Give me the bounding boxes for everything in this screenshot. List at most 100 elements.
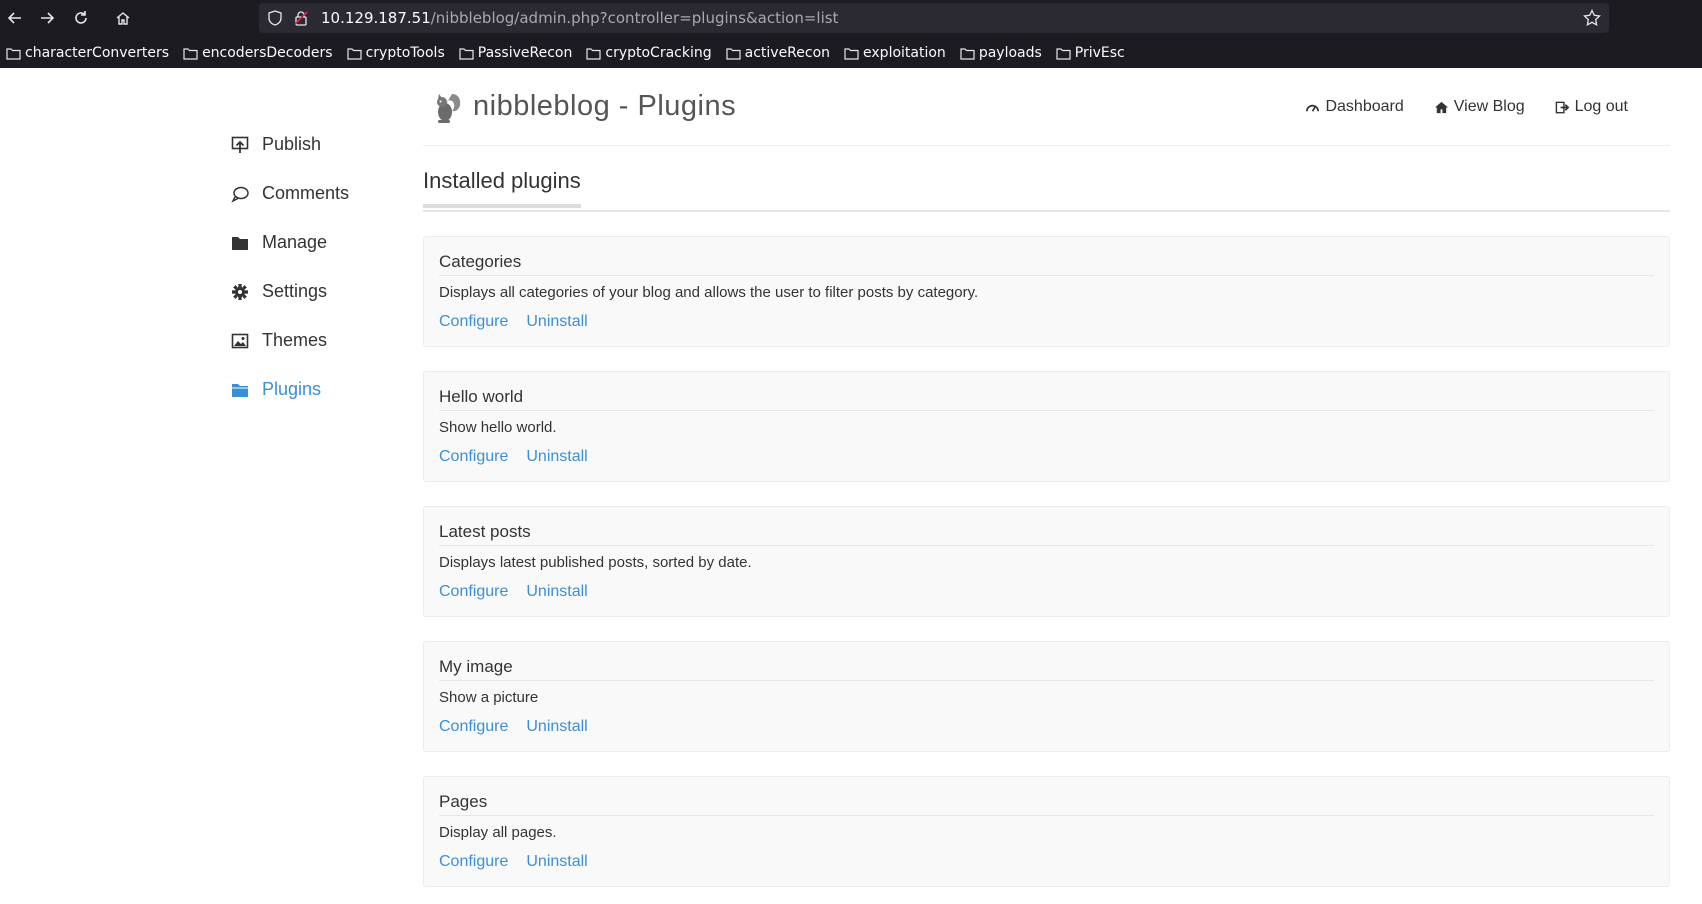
bookmark-label: PassiveRecon <box>477 45 573 61</box>
dashboard-link[interactable]: Dashboard <box>1305 98 1404 116</box>
sidebar-item-settings[interactable]: Settings <box>230 267 420 316</box>
comment-icon <box>231 186 249 203</box>
bookmark-label: cryptoTools <box>365 45 445 61</box>
sidebar-icon <box>230 283 250 301</box>
bookmark-folder[interactable]: encodersDecoders <box>183 45 333 61</box>
url-path: /nibbleblog/admin.php?controller=plugins… <box>430 9 839 27</box>
uninstall-link[interactable]: Uninstall <box>526 718 587 736</box>
url-text[interactable]: 10.129.187.51/nibbleblog/admin.php?contr… <box>321 9 838 27</box>
sidebar-item-comments[interactable]: Comments <box>230 169 420 218</box>
bookmark-star-icon[interactable] <box>1583 9 1601 27</box>
bookmark-folder[interactable]: cryptoTools <box>346 45 445 61</box>
bookmark-folder[interactable]: cryptoCracking <box>586 45 712 61</box>
configure-link[interactable]: Configure <box>439 853 508 871</box>
bookmark-label: cryptoCracking <box>605 45 712 61</box>
view-blog-label: View Blog <box>1453 98 1525 115</box>
arrow-right-icon <box>41 12 55 24</box>
folder-icon <box>1056 47 1071 60</box>
folder-icon <box>232 236 248 250</box>
sidebar-item-plugins[interactable]: Plugins <box>230 365 420 414</box>
configure-link[interactable]: Configure <box>439 448 508 466</box>
folder-icon <box>459 47 474 60</box>
uninstall-link[interactable]: Uninstall <box>526 313 587 331</box>
plugin-title: My image <box>439 657 513 676</box>
back-button[interactable] <box>2 5 28 31</box>
sidebar-item-label: Comments <box>262 183 350 203</box>
plugins-list: Categories Displays all categories of you… <box>423 236 1670 904</box>
plugin-card: Latest posts Displays latest published po… <box>423 506 1670 617</box>
logout-label: Log out <box>1574 98 1628 115</box>
sidebar-icon <box>230 332 250 350</box>
plugin-card: My image Show a picture Configure Uninstall <box>423 641 1670 752</box>
home-icon <box>116 12 130 25</box>
lock-insecure-icon[interactable] <box>293 10 309 26</box>
bookmark-label: activeRecon <box>744 45 831 61</box>
home-button[interactable] <box>110 5 136 31</box>
uninstall-link[interactable]: Uninstall <box>526 583 587 601</box>
reload-button[interactable] <box>68 5 94 31</box>
sidebar-item-label: Themes <box>262 330 328 350</box>
uninstall-link[interactable]: Uninstall <box>526 853 587 871</box>
sidebar-item-label: Plugins <box>262 379 322 399</box>
admin-header: nibbleblog - Plugins Dashboard View Blog… <box>423 80 1670 146</box>
shield-icon[interactable] <box>267 10 283 26</box>
configure-link[interactable]: Configure <box>439 313 508 331</box>
address-bar[interactable]: 10.129.187.51/nibbleblog/admin.php?contr… <box>259 3 1609 33</box>
plugin-title: Hello world <box>439 387 524 406</box>
folder-icon <box>586 47 601 60</box>
bookmark-label: PrivEsc <box>1074 45 1125 61</box>
configure-link[interactable]: Configure <box>439 718 508 736</box>
plugin-description: Display all pages. <box>439 824 557 841</box>
plugin-title: Pages <box>439 792 488 811</box>
sidebar-item-themes[interactable]: Themes <box>230 316 420 365</box>
home-icon <box>1434 101 1448 113</box>
plugin-description: Displays all categories of your blog and… <box>439 284 979 301</box>
plugin-title: Latest posts <box>439 522 531 541</box>
arrow-left-icon <box>7 12 21 24</box>
logout-link[interactable]: Log out <box>1555 98 1628 116</box>
folder-icon <box>960 47 975 60</box>
bookmark-folder[interactable]: PassiveRecon <box>459 45 573 61</box>
uninstall-link[interactable]: Uninstall <box>526 448 587 466</box>
bookmarks-toolbar: characterConverters encodersDecoders crypt… <box>0 40 1702 66</box>
bookmark-folder[interactable]: characterConverters <box>6 45 169 61</box>
page-title: nibbleblog - Plugins <box>473 90 737 122</box>
folder-open-icon <box>232 383 248 397</box>
bookmark-folder[interactable]: activeRecon <box>726 45 830 61</box>
bookmark-label: exploitation <box>863 45 946 61</box>
forward-button[interactable] <box>34 5 60 31</box>
section-title: Installed plugins <box>423 168 581 208</box>
image-icon <box>231 333 249 348</box>
plugin-card: Hello world Show hello world. Configure Uni… <box>423 371 1670 482</box>
plugin-title: Categories <box>439 252 522 271</box>
url-host: 10.129.187.51 <box>321 9 431 27</box>
configure-link[interactable]: Configure <box>439 583 508 601</box>
bookmark-folder[interactable]: exploitation <box>844 45 946 61</box>
plugin-card: Categories Displays all categories of you… <box>423 236 1670 347</box>
plugin-card: Pages Display all pages. Configure Uninstal… <box>423 776 1670 887</box>
squirrel-logo-icon <box>437 94 461 123</box>
plugin-divider <box>439 545 1654 546</box>
admin-sidebar: Publish Comments Manage Settings Themes Plugi… <box>230 120 420 414</box>
view-blog-link[interactable]: View Blog <box>1434 98 1525 116</box>
folder-icon <box>346 47 362 60</box>
gear-icon <box>232 283 248 300</box>
dashboard-gauge-icon <box>1306 104 1320 112</box>
plugin-divider <box>439 275 1654 276</box>
plugin-description: Displays latest published posts, sorted … <box>439 554 752 571</box>
plugin-divider <box>439 410 1654 411</box>
bookmark-folder[interactable]: payloads <box>960 45 1042 61</box>
sidebar-item-label: Manage <box>262 232 328 252</box>
dashboard-label: Dashboard <box>1325 98 1404 115</box>
sidebar-item-manage[interactable]: Manage <box>230 218 420 267</box>
sidebar-item-publish[interactable]: Publish <box>230 120 420 169</box>
sidebar-icon <box>230 185 250 203</box>
bookmark-folder[interactable]: PrivEsc <box>1056 45 1125 61</box>
reload-icon <box>75 11 87 24</box>
plugin-description: Show hello world. <box>439 419 557 436</box>
sidebar-item-label: Settings <box>262 281 328 301</box>
folder-icon <box>726 47 741 60</box>
section-header: Installed plugins <box>423 168 1670 212</box>
publish-icon <box>231 136 249 153</box>
bookmark-label: payloads <box>978 45 1042 61</box>
